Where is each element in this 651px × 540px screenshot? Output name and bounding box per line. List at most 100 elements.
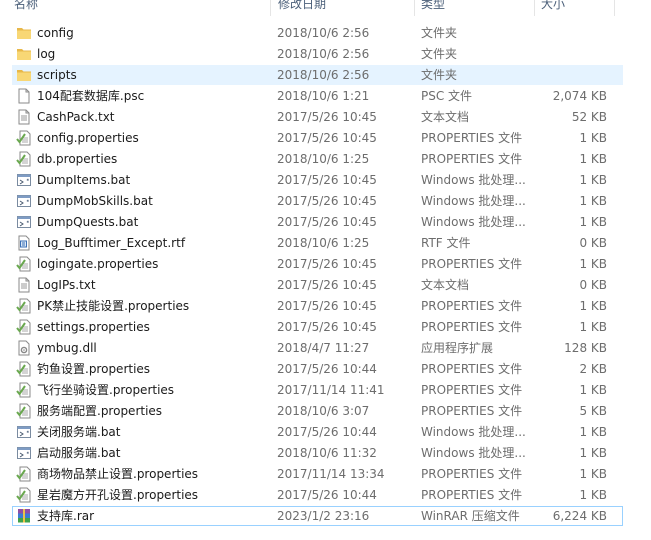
file-date: 2017/5/26 10:44	[277, 425, 377, 439]
file-date: 2017/11/14 11:41	[277, 383, 385, 397]
batch-file-icon	[16, 172, 32, 188]
file-row[interactable]: LogIPs.txt 2017/5/26 10:45 文本文档 0 KB	[12, 275, 623, 295]
column-divider[interactable]	[414, 0, 415, 16]
file-size: 1 KB	[579, 320, 607, 334]
file-size	[532, 23, 607, 43]
file-name: config.properties	[37, 131, 139, 145]
column-divider[interactable]	[614, 0, 615, 16]
column-header-size[interactable]: 大小	[541, 0, 565, 14]
rar-archive-icon	[16, 508, 32, 524]
file-name: DumpMobSkills.bat	[37, 194, 153, 208]
properties-file-icon	[16, 382, 32, 398]
file-name: log	[37, 47, 56, 61]
file-row[interactable]: ymbug.dll 2018/4/7 11:27 应用程序扩展 128 KB	[12, 338, 623, 358]
file-size: 52 KB	[571, 110, 607, 124]
file-name: CashPack.txt	[37, 110, 115, 124]
properties-file-icon	[16, 466, 32, 482]
file-name: Log_Bufftimer_Except.rtf	[37, 236, 186, 250]
file-row[interactable]: 启动服务端.bat 2018/10/6 11:32 Windows 批处理... 1 …	[12, 443, 623, 463]
file-row[interactable]: DumpQuests.bat 2017/5/26 10:45 Windows 批处理…	[12, 212, 623, 232]
file-type: Windows 批处理...	[421, 194, 526, 208]
file-size: 5 KB	[579, 404, 607, 418]
file-name: 启动服务端.bat	[37, 446, 121, 460]
file-row[interactable]: 星岩魔方开孔设置.properties 2017/5/26 10:44 PROPER…	[12, 485, 623, 505]
file-size: 1 KB	[579, 446, 607, 460]
file-date: 2018/10/6 3:07	[277, 404, 370, 418]
file-size	[532, 65, 607, 85]
properties-file-icon	[16, 319, 32, 335]
folder-icon	[16, 67, 32, 83]
column-header-date[interactable]: 修改日期	[278, 0, 326, 14]
file-date: 2017/5/26 10:44	[277, 488, 377, 502]
file-size	[532, 44, 607, 64]
file-row[interactable]: settings.properties 2017/5/26 10:45 PROPER…	[12, 317, 623, 337]
file-date: 2018/10/6 2:56	[277, 68, 370, 82]
file-size: 1 KB	[579, 194, 607, 208]
file-row[interactable]: config 2018/10/6 2:56 文件夹	[12, 23, 623, 43]
column-header-type[interactable]: 类型	[421, 0, 445, 14]
file-row[interactable]: 104配套数据库.psc 2018/10/6 1:21 PSC 文件 2,074 KB	[12, 86, 623, 106]
file-row[interactable]: Log_Bufftimer_Except.rtf 2018/10/6 1:25 RT…	[12, 233, 623, 253]
file-date: 2018/10/6 1:21	[277, 89, 370, 103]
blank-file-icon	[16, 88, 32, 104]
file-size: 1 KB	[579, 299, 607, 313]
file-name: 商场物品禁止设置.properties	[37, 467, 199, 481]
file-type: Windows 批处理...	[421, 215, 526, 229]
file-row[interactable]: logingate.properties 2017/5/26 10:45 PROPE…	[12, 254, 623, 274]
file-row[interactable]: DumpMobSkills.bat 2017/5/26 10:45 Windows …	[12, 191, 623, 211]
file-row[interactable]: 商场物品禁止设置.properties 2017/11/14 13:34 PROPE…	[12, 464, 623, 484]
file-date: 2017/5/26 10:45	[277, 131, 377, 145]
file-name: 104配套数据库.psc	[37, 89, 145, 103]
file-name: 飞行坐骑设置.properties	[37, 383, 175, 397]
file-size: 2 KB	[579, 362, 607, 376]
file-size: 1 KB	[579, 425, 607, 439]
file-row[interactable]: CashPack.txt 2017/5/26 10:45 文本文档 52 KB	[12, 107, 623, 127]
file-type: PROPERTIES 文件	[421, 152, 523, 166]
file-date: 2017/5/26 10:45	[277, 278, 377, 292]
file-size: 1 KB	[579, 173, 607, 187]
column-divider[interactable]	[270, 0, 271, 16]
file-date: 2018/10/6 2:56	[277, 26, 370, 40]
file-name: 星岩魔方开孔设置.properties	[37, 488, 199, 502]
file-row[interactable]: scripts 2018/10/6 2:56 文件夹	[12, 65, 623, 85]
file-row[interactable]: 飞行坐骑设置.properties 2017/11/14 11:41 PROPERT…	[12, 380, 623, 400]
file-row[interactable]: 关闭服务端.bat 2017/5/26 10:44 Windows 批处理... 1 …	[12, 422, 623, 442]
file-type: PROPERTIES 文件	[421, 320, 523, 334]
file-type: WinRAR 压缩文件	[421, 509, 520, 523]
folder-icon	[16, 46, 32, 62]
file-type: PROPERTIES 文件	[421, 299, 523, 313]
file-type: 文件夹	[421, 26, 458, 40]
file-date: 2017/5/26 10:45	[277, 320, 377, 334]
file-type: PROPERTIES 文件	[421, 467, 523, 481]
file-date: 2018/10/6 2:56	[277, 47, 370, 61]
rtf-file-icon	[16, 235, 32, 251]
file-date: 2017/5/26 10:45	[277, 110, 377, 124]
column-header-name[interactable]: 名称	[14, 0, 38, 14]
file-list: config 2018/10/6 2:56 文件夹 log 2018/10/6 2:56…	[0, 23, 623, 527]
file-row[interactable]: log 2018/10/6 2:56 文件夹	[12, 44, 623, 64]
file-type: Windows 批处理...	[421, 446, 526, 460]
file-date: 2017/5/26 10:45	[277, 194, 377, 208]
file-type: Windows 批处理...	[421, 425, 526, 439]
file-type: PSC 文件	[421, 89, 473, 103]
file-row[interactable]: db.properties 2018/10/6 1:25 PROPERTIES 文件…	[12, 149, 623, 169]
file-size: 1 KB	[579, 257, 607, 271]
file-row[interactable]: DumpItems.bat 2017/5/26 10:45 Windows 批处理.…	[12, 170, 623, 190]
file-size: 1 KB	[579, 152, 607, 166]
column-header: 名称 修改日期 类型 大小	[0, 0, 615, 16]
file-size: 1 KB	[579, 467, 607, 481]
properties-file-icon	[16, 487, 32, 503]
file-date: 2018/10/6 11:32	[277, 446, 377, 460]
file-row[interactable]: 服务端配置.properties 2018/10/6 3:07 PROPERTIES…	[12, 401, 623, 421]
file-row[interactable]: config.properties 2017/5/26 10:45 PROPERTI…	[12, 128, 623, 148]
properties-file-icon	[16, 361, 32, 377]
file-row[interactable]: 钓鱼设置.properties 2017/5/26 10:44 PROPERTIES…	[12, 359, 623, 379]
file-date: 2017/5/26 10:45	[277, 299, 377, 313]
text-file-icon	[16, 277, 32, 293]
file-row[interactable]: PK禁止技能设置.properties 2017/5/26 10:45 PROPER…	[12, 296, 623, 316]
file-name: config	[37, 26, 74, 40]
properties-file-icon	[16, 256, 32, 272]
column-divider[interactable]	[534, 0, 535, 16]
file-row[interactable]: 支持库.rar 2023/1/2 23:16 WinRAR 压缩文件 6,224 KB	[12, 506, 623, 526]
file-date: 2017/11/14 13:34	[277, 467, 385, 481]
